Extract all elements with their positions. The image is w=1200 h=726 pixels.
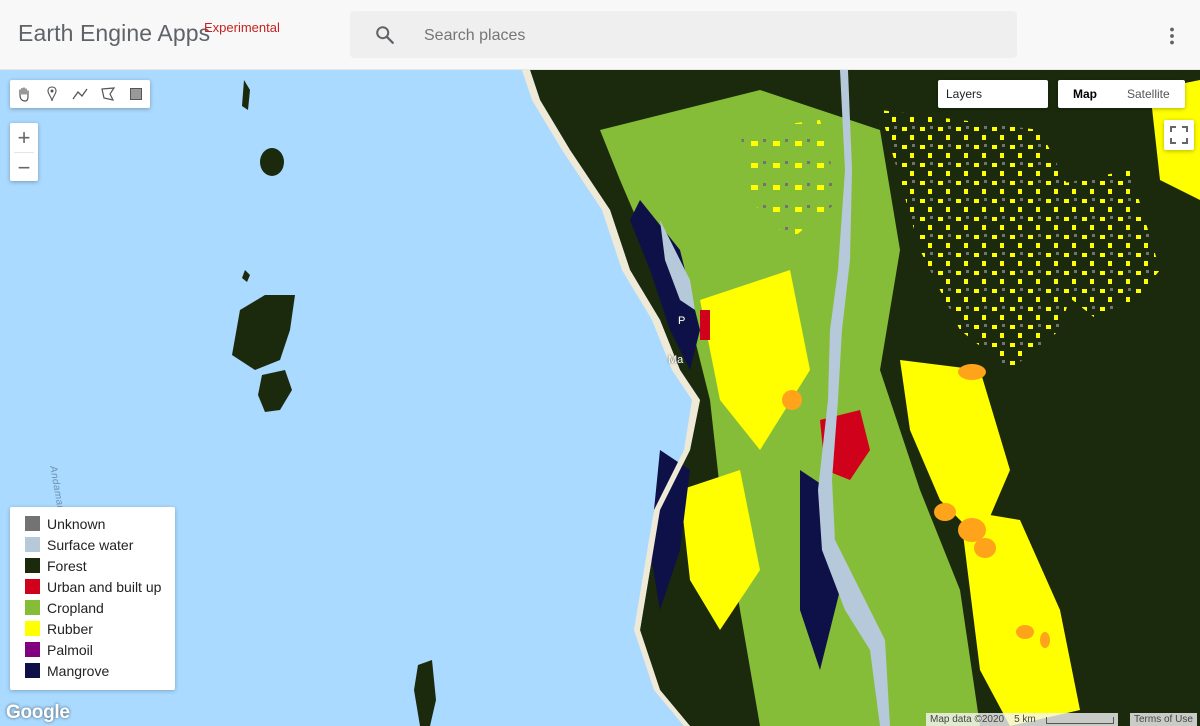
legend-item: Unknown	[25, 513, 175, 534]
legend-label: Rubber	[47, 620, 93, 637]
map-type-map-button[interactable]: Map	[1058, 80, 1112, 108]
fullscreen-icon	[1170, 126, 1188, 144]
terms-of-use-link[interactable]: Terms of Use	[1130, 713, 1197, 726]
legend-label: Palmoil	[47, 641, 93, 658]
legend-item: Palmoil	[25, 639, 175, 660]
legend-swatch	[25, 579, 40, 594]
zoom-in-button[interactable]: +	[10, 123, 38, 152]
google-logo[interactable]: Google	[6, 702, 70, 724]
legend-label: Cropland	[47, 599, 104, 616]
legend-label: Surface water	[47, 536, 134, 553]
polyline-icon[interactable]	[66, 80, 94, 108]
zoom-control: + −	[10, 123, 38, 181]
more-options-icon[interactable]	[1160, 24, 1184, 48]
legend-swatch	[25, 600, 40, 615]
legend-item: Mangrove	[25, 660, 175, 681]
legend-swatch	[25, 642, 40, 657]
legend-swatch	[25, 537, 40, 552]
legend-swatch	[25, 621, 40, 636]
legend-item: Urban and built up	[25, 576, 175, 597]
scale-label[interactable]: 5 km	[1014, 713, 1036, 726]
search-icon[interactable]	[374, 24, 396, 46]
legend-label: Mangrove	[47, 662, 110, 679]
legend-item: Cropland	[25, 597, 175, 618]
map-type-control: Map Satellite	[1058, 80, 1185, 108]
legend-label: Forest	[47, 557, 87, 574]
layers-dropdown[interactable]: Layers	[938, 80, 1048, 108]
legend-panel: Unknown Surface water Forest Urban and b…	[10, 507, 175, 690]
place-label: P	[678, 315, 686, 327]
zoom-out-button[interactable]: −	[10, 153, 38, 182]
polygon-icon[interactable]	[94, 80, 122, 108]
pan-hand-icon[interactable]	[10, 80, 38, 108]
legend-label: Unknown	[47, 515, 106, 532]
legend-item: Surface water	[25, 534, 175, 555]
legend-swatch	[25, 516, 40, 531]
attribution-text: Map data ©2020	[930, 714, 1005, 725]
app-title: Earth Engine Apps	[18, 20, 211, 46]
legend-label: Urban and built up	[47, 578, 162, 595]
fullscreen-button[interactable]	[1164, 120, 1194, 150]
land-cover-map	[232, 70, 1200, 726]
legend-swatch	[25, 663, 40, 678]
experimental-badge: Experimental	[204, 20, 280, 35]
search-input[interactable]	[422, 11, 986, 60]
map-attribution: Map data ©2020 5 km	[926, 713, 1118, 726]
place-label: Ma	[668, 354, 684, 366]
legend-swatch	[25, 558, 40, 573]
marker-icon[interactable]	[38, 80, 66, 108]
drawing-toolbar	[10, 80, 150, 108]
legend-item: Rubber	[25, 618, 175, 639]
legend-item: Forest	[25, 555, 175, 576]
rectangle-icon[interactable]	[122, 80, 150, 108]
map-type-satellite-button[interactable]: Satellite	[1112, 80, 1185, 108]
map-canvas[interactable]: Andaman Sea P Ma + − Layers Map Satellit…	[0, 70, 1200, 726]
search-box[interactable]	[350, 11, 1017, 60]
scale-bar	[1045, 717, 1114, 724]
app-header: Earth Engine Apps Experimental	[0, 0, 1200, 70]
